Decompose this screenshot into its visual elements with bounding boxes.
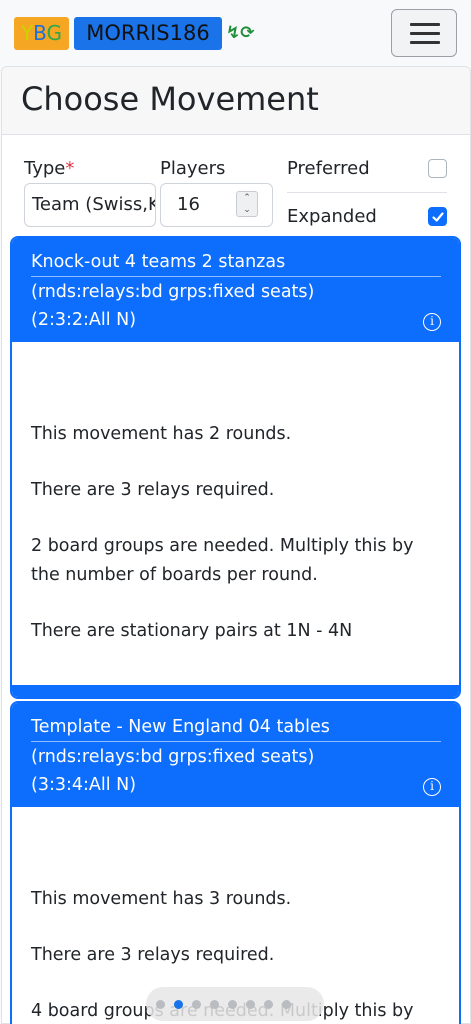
header-divider [31, 741, 441, 742]
logo-letter-y: Y [20, 21, 34, 45]
movement-footer [12, 685, 459, 697]
logo-letter-b: B [33, 21, 47, 45]
page-dot[interactable] [210, 1000, 219, 1009]
movement-card-new-england[interactable]: Template - New England 04 tables (rnds:r… [10, 701, 461, 1024]
header-divider [31, 276, 441, 277]
hamburger-icon-bar [410, 32, 440, 35]
logo-letter-g: G [46, 21, 63, 45]
preferred-label: Preferred [287, 158, 370, 179]
page-dot[interactable] [156, 1000, 165, 1009]
page-indicator [146, 987, 324, 1021]
movement-code: (3:3:4:All N) [31, 775, 137, 795]
movement-format-legend: (rnds:relays:bd grps:fixed seats) [31, 747, 315, 767]
players-label: Players [160, 158, 226, 179]
card-header: Choose Movement [2, 67, 470, 135]
description-line: This movement has 3 rounds. [31, 889, 292, 909]
movement-name: Knock-out 4 teams 2 stanzas [31, 252, 286, 272]
info-icon[interactable]: i [423, 778, 441, 796]
sync-icon[interactable]: ↯⟳ [226, 21, 255, 45]
movement-name: Template - New England 04 tables [31, 717, 330, 737]
description-line: There are 3 relays required. [31, 945, 275, 965]
type-label-text: Type [24, 158, 66, 179]
expanded-label: Expanded [287, 206, 377, 227]
page-dot[interactable] [264, 1000, 273, 1009]
page-dot[interactable] [282, 1000, 291, 1009]
description-line: the number of boards per round. [31, 565, 318, 585]
page-dot-active[interactable] [174, 1000, 183, 1009]
description-line: There are 3 relays required. [31, 480, 275, 500]
preferred-checkbox[interactable] [428, 159, 447, 178]
page-dot[interactable] [246, 1000, 255, 1009]
stepper-down-icon[interactable]: ⌄ [237, 204, 257, 216]
type-select[interactable]: Team (Swiss,KO) [24, 183, 156, 227]
form-divider [287, 192, 447, 193]
type-label: Type* [24, 157, 74, 181]
expanded-checkbox[interactable] [428, 207, 447, 226]
page-dot[interactable] [228, 1000, 237, 1009]
description-line: 2 board groups are needed. Multiply this… [31, 536, 414, 556]
info-icon[interactable]: i [423, 313, 441, 331]
check-icon [432, 212, 444, 222]
movement-format-legend: (rnds:relays:bd grps:fixed seats) [31, 282, 315, 302]
page-dot[interactable] [192, 1000, 201, 1009]
ybg-logo[interactable]: YBG [14, 17, 69, 50]
description-line: There are stationary pairs at 1N - 4N [31, 621, 353, 641]
hamburger-icon [410, 23, 440, 26]
top-navbar: YBG MORRIS186 ↯⟳ [0, 0, 471, 66]
username-badge[interactable]: MORRIS186 [74, 17, 222, 50]
stepper-up-icon[interactable]: ⌃ [237, 192, 257, 204]
players-stepper[interactable]: ⌃ ⌄ [236, 191, 258, 217]
movement-header[interactable]: Template - New England 04 tables (rnds:r… [12, 703, 459, 807]
required-mark: * [65, 158, 75, 179]
movement-code: (2:3:2:All N) [31, 310, 137, 330]
movement-card-knockout[interactable]: Knock-out 4 teams 2 stanzas (rnds:relays… [10, 236, 461, 699]
description-line: This movement has 2 rounds. [31, 424, 292, 444]
movement-header[interactable]: Knock-out 4 teams 2 stanzas (rnds:relays… [12, 238, 459, 342]
menu-toggle-button[interactable] [391, 9, 457, 57]
page-title: Choose Movement [21, 80, 319, 118]
hamburger-icon-bar [410, 41, 440, 44]
